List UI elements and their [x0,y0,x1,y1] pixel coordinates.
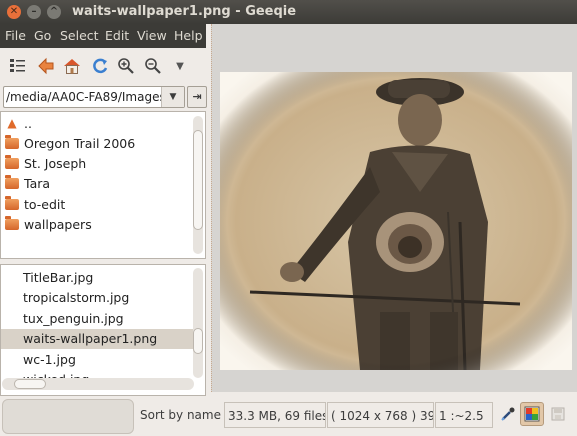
up-arrow-icon: ▲ [7,116,17,130]
directory-scroll-thumb[interactable] [193,130,203,230]
file-item[interactable]: tropicalstorm.jpg [1,288,193,308]
file-scrollbar[interactable] [193,268,203,378]
menu-edit[interactable]: Edit [105,28,129,43]
directory-label: to-edit [24,196,66,212]
file-list: TitleBar.jpg tropicalstorm.jpg tux_pengu… [0,264,206,396]
minimize-window-button[interactable]: – [27,5,41,19]
folder-icon [5,195,19,210]
folder-icon [5,174,19,189]
sort-menu[interactable]: Sort by name [140,408,221,422]
back-arrow-icon[interactable] [36,56,56,76]
directory-list: ▲ .. Oregon Trail 2006 St. Joseph Tara t… [0,111,206,259]
color-profile-icon[interactable] [520,402,544,426]
file-item[interactable]: wc-1.jpg [1,350,193,370]
home-icon[interactable] [62,56,82,76]
directory-label: .. [24,115,32,131]
path-dropdown-icon[interactable]: ▼ [161,87,184,107]
thumbnails-icon[interactable] [8,56,28,76]
progress-bar [2,399,134,434]
zoom-in-icon[interactable] [116,56,136,76]
directory-label: wallpapers [24,216,92,232]
file-horizontal-scrollbar[interactable] [2,378,194,390]
file-item[interactable]: TitleBar.jpg [1,268,193,288]
status-bar: Sort by name 33.3 MB, 69 files ( 1024 x … [0,396,577,436]
menu-view[interactable]: View [137,28,167,43]
file-item[interactable]: tux_penguin.jpg [1,309,193,329]
folder-icon [5,215,19,230]
directory-item[interactable]: Tara [5,173,50,193]
directory-label: St. Joseph [24,155,87,171]
path-go-button[interactable]: ⇥ [187,86,207,108]
image-dimensions-status: ( 1024 x 768 ) 39 [327,402,434,428]
file-item-selected[interactable]: waits-wallpaper1.png [1,329,193,349]
maximize-window-button[interactable]: ^ [47,5,61,19]
path-field[interactable]: /media/AA0C-FA89/Images ▼ [3,86,185,108]
file-scroll-thumb[interactable] [193,328,203,354]
directory-item[interactable]: St. Joseph [5,153,86,173]
photo-image [220,72,572,370]
menu-bar: File Go Select Edit View Help [0,24,206,48]
toolbar: ▼ [0,48,206,84]
color-picker-icon[interactable] [496,402,520,426]
file-horizontal-scroll-thumb[interactable] [14,379,46,389]
menu-help[interactable]: Help [174,28,203,43]
file-count-status: 33.3 MB, 69 files [224,402,326,428]
menu-go[interactable]: Go [34,28,51,43]
zoom-out-icon[interactable] [143,56,163,76]
path-input[interactable]: /media/AA0C-FA89/Images [6,90,162,104]
overflow-chevron-icon[interactable]: ▼ [170,56,190,76]
image-viewer[interactable] [211,24,577,392]
directory-label: Tara [24,175,51,191]
folder-icon [5,134,19,149]
save-disabled-icon[interactable] [546,402,570,426]
title-bar: ✕ – ^ waits-wallpaper1.png - Geeqie [0,0,577,24]
menu-select[interactable]: Select [60,28,99,43]
directory-item[interactable]: Oregon Trail 2006 [5,133,135,153]
close-window-button[interactable]: ✕ [7,5,21,19]
refresh-icon[interactable] [90,56,110,76]
window-title: waits-wallpaper1.png - Geeqie [72,4,297,19]
directory-scrollbar[interactable] [193,116,203,254]
directory-item[interactable]: to-edit [5,194,65,214]
directory-item[interactable]: wallpapers [5,214,92,234]
folder-icon [5,154,19,169]
zoom-level-status: 1 :~2.5 [435,402,493,428]
menu-file[interactable]: File [5,28,26,43]
directory-item[interactable]: ▲ .. [5,113,32,133]
directory-label: Oregon Trail 2006 [24,135,136,151]
